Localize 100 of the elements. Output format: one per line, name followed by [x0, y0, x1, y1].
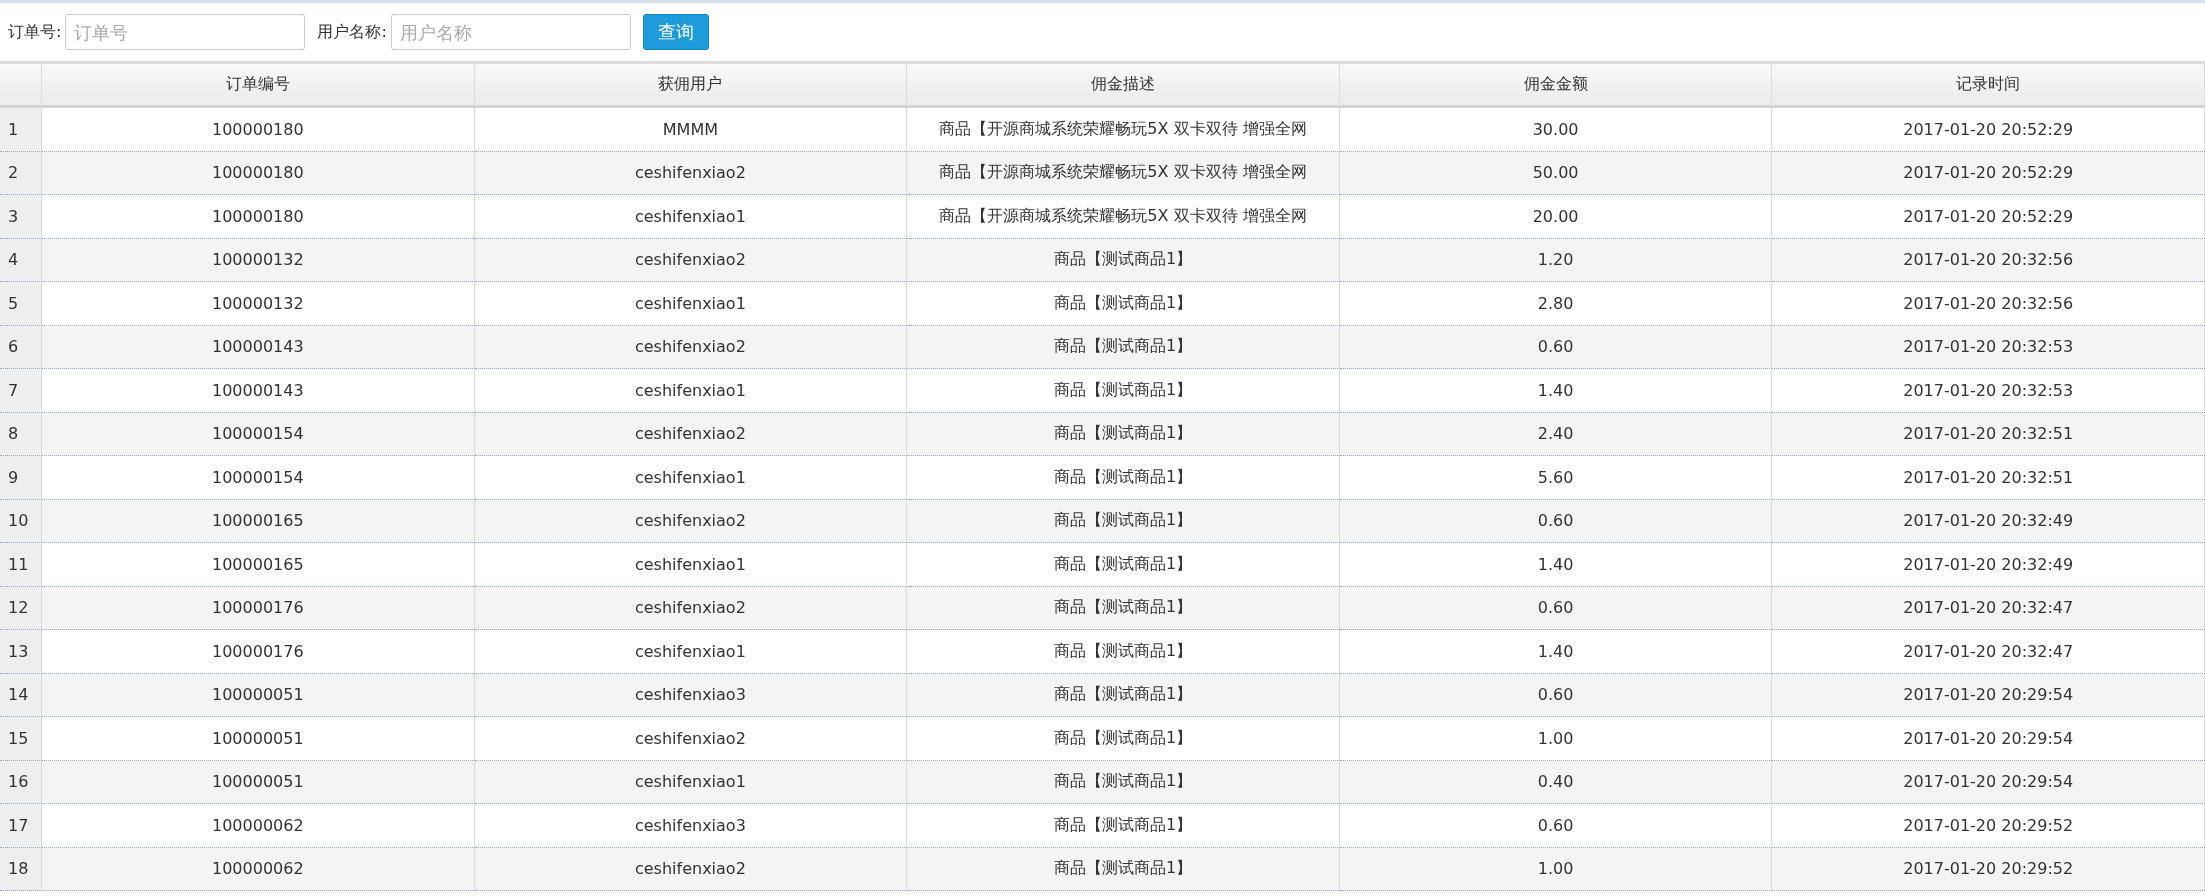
row-number: 15 [0, 717, 42, 761]
table-cell: 2017-01-20 20:52:29 [1772, 195, 2205, 239]
column-header[interactable]: 获佣用户 [474, 64, 908, 108]
table-cell: 2.40 [1339, 412, 1773, 456]
table-cell: 2017-01-20 20:32:51 [1772, 456, 2205, 500]
input-field[interactable]: 订单号 [65, 14, 306, 50]
row-number: 4 [0, 238, 42, 282]
row-number: 9 [0, 456, 42, 500]
table-cell: 0.60 [1339, 673, 1773, 717]
table-cell: 2017-01-20 20:29:52 [1772, 804, 2205, 848]
table-cell: ceshifenxiao1 [474, 630, 908, 674]
row-number: 11 [0, 543, 42, 587]
table-cell: ceshifenxiao2 [474, 499, 908, 543]
table-cell: ceshifenxiao2 [474, 151, 908, 195]
table-cell: 100000154 [42, 456, 475, 500]
table-cell: ceshifenxiao2 [474, 847, 908, 891]
table-cell: ceshifenxiao2 [474, 412, 908, 456]
table-cell: 商品【测试商品1】 [907, 325, 1340, 369]
table-cell: 100000143 [42, 369, 475, 413]
column-header[interactable]: 记录时间 [1772, 64, 2205, 108]
table-cell: ceshifenxiao2 [474, 238, 908, 282]
table-cell: 商品【开源商城系统荣耀畅玩5X 双卡双待 增强全网 [907, 108, 1340, 152]
table-cell: 2017-01-20 20:29:54 [1772, 760, 2205, 804]
table-cell: 100000143 [42, 325, 475, 369]
table-cell: ceshifenxiao1 [474, 543, 908, 587]
table-cell: 100000165 [42, 543, 475, 587]
row-number: 16 [0, 760, 42, 804]
table-cell: ceshifenxiao3 [474, 804, 908, 848]
row-number: 7 [0, 369, 42, 413]
table-cell: 1.00 [1339, 717, 1773, 761]
table-cell: 2017-01-20 20:32:56 [1772, 238, 2205, 282]
table-cell: 2017-01-20 20:32:47 [1772, 630, 2205, 674]
table-cell: ceshifenxiao2 [474, 325, 908, 369]
table-cell: 商品【开源商城系统荣耀畅玩5X 双卡双待 增强全网 [907, 151, 1340, 195]
table-cell: ceshifenxiao1 [474, 760, 908, 804]
table-cell: 商品【测试商品1】 [907, 586, 1340, 630]
input-field[interactable]: 用户名称 [390, 14, 631, 50]
table-cell: 2.80 [1339, 282, 1773, 326]
table-cell: 商品【测试商品1】 [907, 238, 1340, 282]
table-cell: 商品【测试商品1】 [907, 717, 1340, 761]
table-cell: ceshifenxiao1 [474, 369, 908, 413]
table-cell: 商品【测试商品1】 [907, 543, 1340, 587]
table-cell: ceshifenxiao1 [474, 282, 908, 326]
table-cell: 1.00 [1339, 847, 1773, 891]
table-cell: 商品【测试商品1】 [907, 282, 1340, 326]
row-number: 13 [0, 630, 42, 674]
table-cell: 2017-01-20 20:32:56 [1772, 282, 2205, 326]
row-number: 2 [0, 151, 42, 195]
table-cell: 100000132 [42, 282, 475, 326]
table-cell: 0.40 [1339, 760, 1773, 804]
table-cell: 1.40 [1339, 543, 1773, 587]
table-cell: 20.00 [1339, 195, 1773, 239]
table-cell: 2017-01-20 20:32:47 [1772, 586, 2205, 630]
row-number: 3 [0, 195, 42, 239]
table-cell: 100000180 [42, 195, 475, 239]
table-cell: 100000176 [42, 630, 475, 674]
table-cell: 30.00 [1339, 108, 1773, 152]
table-cell: 0.60 [1339, 325, 1773, 369]
table-cell: ceshifenxiao2 [474, 717, 908, 761]
table-cell: 商品【测试商品1】 [907, 630, 1340, 674]
table-cell: 0.60 [1339, 499, 1773, 543]
column-header[interactable]: 佣金描述 [907, 64, 1340, 108]
table-cell: 2017-01-20 20:32:49 [1772, 499, 2205, 543]
table-cell: 2017-01-20 20:52:29 [1772, 151, 2205, 195]
column-header[interactable]: 订单编号 [42, 64, 475, 108]
row-number: 6 [0, 325, 42, 369]
table-cell: 2017-01-20 20:32:49 [1772, 543, 2205, 587]
table-cell: 2017-01-20 20:32:53 [1772, 325, 2205, 369]
row-number: 10 [0, 499, 42, 543]
table-cell: ceshifenxiao3 [474, 673, 908, 717]
table-cell: 100000062 [42, 847, 475, 891]
table-cell: 100000051 [42, 760, 475, 804]
table-cell: 0.60 [1339, 804, 1773, 848]
table-cell: 商品【测试商品1】 [907, 369, 1340, 413]
table-cell: 100000051 [42, 673, 475, 717]
table-cell: 1.40 [1339, 630, 1773, 674]
table-cell: 100000154 [42, 412, 475, 456]
table-cell: 100000051 [42, 717, 475, 761]
column-header[interactable]: 佣金金额 [1339, 64, 1773, 108]
table-cell: MMMM [474, 108, 908, 152]
table-cell: 2017-01-20 20:29:52 [1772, 847, 2205, 891]
table-cell: 商品【测试商品1】 [907, 499, 1340, 543]
table-cell: 100000132 [42, 238, 475, 282]
field-label: 订单号: [8, 21, 62, 43]
table-cell: 100000062 [42, 804, 475, 848]
table-cell: ceshifenxiao1 [474, 456, 908, 500]
table-cell: 商品【测试商品1】 [907, 456, 1340, 500]
table-cell: 商品【开源商城系统荣耀畅玩5X 双卡双待 增强全网 [907, 195, 1340, 239]
table-cell: 1.40 [1339, 369, 1773, 413]
table-cell: ceshifenxiao1 [474, 195, 908, 239]
table-cell: 100000176 [42, 586, 475, 630]
table-cell: 商品【测试商品1】 [907, 804, 1340, 848]
field-label: 用户名称: [317, 21, 387, 43]
table-cell: 2017-01-20 20:29:54 [1772, 673, 2205, 717]
row-number: 14 [0, 673, 42, 717]
row-number: 1 [0, 108, 42, 152]
table-cell: 50.00 [1339, 151, 1773, 195]
table-cell: 2017-01-20 20:29:54 [1772, 717, 2205, 761]
table-cell: 2017-01-20 20:52:29 [1772, 108, 2205, 152]
table-cell: 商品【测试商品1】 [907, 760, 1340, 804]
